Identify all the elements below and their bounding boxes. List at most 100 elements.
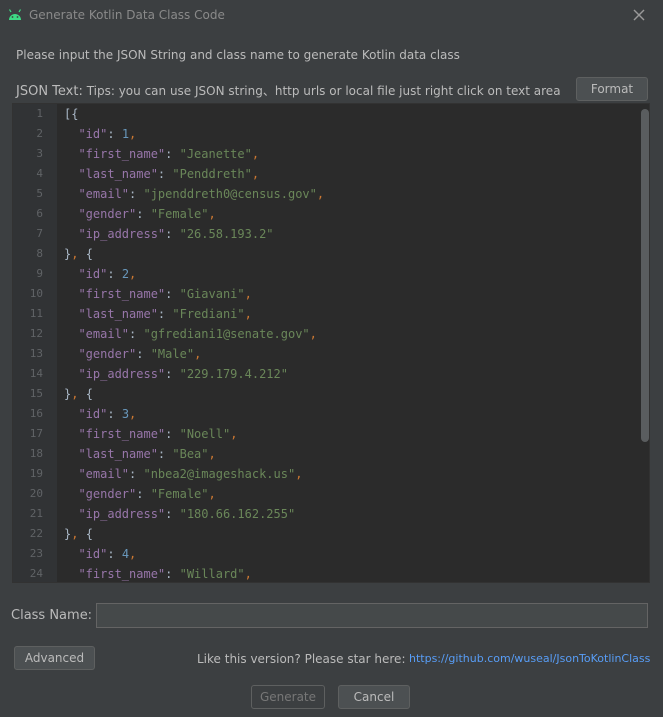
line-number: 12 (29, 327, 43, 340)
line-number: 7 (36, 227, 43, 240)
editor-line: 4 "last_name": "Penddreth", (13, 164, 638, 184)
code-token: "nbea2@imageshack.us" (143, 467, 296, 481)
code-text: "gender": "Male", (64, 344, 201, 364)
code-token: "Jeanette" (179, 147, 252, 161)
code-token: "jpenddreth0@census.gov" (143, 187, 317, 201)
code-token: "Penddreth" (172, 167, 252, 181)
line-number: 8 (36, 247, 43, 260)
code-token: : (136, 487, 151, 501)
line-number: 21 (29, 507, 43, 520)
code-text: "id": 2, (64, 264, 136, 284)
class-name-input[interactable] (96, 603, 648, 628)
editor-line: 9 "id": 2, (13, 264, 638, 284)
line-number: 17 (29, 427, 43, 440)
code-token: "gender" (64, 487, 137, 501)
json-editor[interactable]: 1[{2 "id": 1, 3 "first_name": "Jeanette",… (12, 103, 650, 583)
code-token: "Frediani" (172, 307, 245, 321)
code-token: "id" (64, 127, 108, 141)
code-text: "gender": "Female", (64, 204, 215, 224)
code-token: : (165, 287, 180, 301)
code-token: "email" (64, 327, 130, 341)
code-token: , (230, 427, 238, 441)
android-icon (8, 9, 22, 20)
cancel-button[interactable]: Cancel (338, 685, 410, 709)
line-number: 2 (36, 127, 43, 140)
code-text: "first_name": "Noell", (64, 424, 237, 444)
editor-line: 8}, { (13, 244, 638, 264)
code-token: "first_name" (64, 427, 166, 441)
code-token: "email" (64, 187, 130, 201)
code-token: , (129, 547, 137, 561)
code-token: "id" (64, 267, 108, 281)
generate-button[interactable]: Generate (251, 685, 325, 709)
code-token: 2 (121, 267, 130, 281)
github-link[interactable]: https://github.com/wuseal/JsonToKotlinCl… (409, 652, 650, 665)
code-token: , (71, 387, 86, 401)
code-token: : (165, 227, 180, 241)
code-text: "first_name": "Willard", (64, 564, 251, 582)
code-token: "Male" (150, 347, 195, 361)
code-token: "last_name" (64, 167, 158, 181)
code-text: }, { (64, 384, 93, 404)
json-text-label: JSON Text: Tips: you can use JSON string… (16, 82, 561, 99)
code-text: "email": "jpenddreth0@census.gov", (64, 184, 324, 204)
code-token: : (107, 547, 122, 561)
editor-line: 18 "last_name": "Bea", (13, 444, 638, 464)
code-token: : (157, 167, 173, 181)
editor-line: 17 "first_name": "Noell", (13, 424, 638, 444)
editor-line: 19 "email": "nbea2@imageshack.us", (13, 464, 638, 484)
line-number: 23 (29, 547, 43, 560)
line-number: 15 (29, 387, 43, 400)
code-token: "gender" (64, 207, 137, 221)
code-token: , (129, 127, 137, 141)
code-token: "first_name" (64, 567, 166, 581)
code-token: "last_name" (64, 307, 158, 321)
line-number: 13 (29, 347, 43, 360)
code-token: "180.66.162.255" (179, 507, 296, 521)
code-token: { (85, 527, 93, 541)
format-button[interactable]: Format (576, 77, 648, 101)
code-token: "email" (64, 467, 130, 481)
json-label-lead: JSON Text: (16, 84, 83, 99)
code-token: "Noell" (179, 427, 231, 441)
close-icon[interactable] (630, 6, 648, 24)
window-title: Generate Kotlin Data Class Code (29, 8, 225, 22)
code-token: , (244, 287, 252, 301)
code-token: : (136, 347, 151, 361)
code-token: "Female" (150, 487, 209, 501)
line-number: 19 (29, 467, 43, 480)
editor-line: 7 "ip_address": "26.58.193.2" (13, 224, 638, 244)
code-token: "Bea" (172, 447, 209, 461)
editor-line: 24 "first_name": "Willard", (13, 564, 638, 582)
code-text: "email": "nbea2@imageshack.us", (64, 464, 302, 484)
json-label-tips: Tips: you can use JSON string、http urls … (86, 84, 561, 98)
line-number: 5 (36, 187, 43, 200)
code-text: "email": "gfrediani1@senate.gov", (64, 324, 316, 344)
line-number: 16 (29, 407, 43, 420)
instruction-text: Please input the JSON String and class n… (16, 48, 460, 62)
editor-line: 14 "ip_address": "229.179.4.212" (13, 364, 638, 384)
code-token: 1 (121, 127, 130, 141)
code-token: : (157, 307, 173, 321)
line-number: 6 (36, 207, 43, 220)
code-token: "id" (64, 547, 108, 561)
code-text: "last_name": "Bea", (64, 444, 215, 464)
line-number: 9 (36, 267, 43, 280)
code-text: "ip_address": "26.58.193.2" (64, 224, 274, 244)
editor-line: 16 "id": 3, (13, 404, 638, 424)
editor-line: 21 "ip_address": "180.66.162.255" (13, 504, 638, 524)
code-token: : (129, 467, 144, 481)
code-text: [{ (64, 104, 78, 124)
class-name-label: Class Name: (11, 608, 93, 623)
code-token: : (107, 267, 122, 281)
editor-line: 11 "last_name": "Frediani", (13, 304, 638, 324)
code-token: "26.58.193.2" (179, 227, 274, 241)
code-text: "gender": "Female", (64, 484, 215, 504)
code-token: "first_name" (64, 287, 166, 301)
code-token: "gfrediani1@senate.gov" (143, 327, 310, 341)
advanced-button[interactable]: Advanced (14, 646, 95, 670)
code-token: : (129, 327, 144, 341)
editor-scrollbar[interactable] (641, 109, 649, 442)
line-number: 18 (29, 447, 43, 460)
code-token: { (85, 247, 93, 261)
